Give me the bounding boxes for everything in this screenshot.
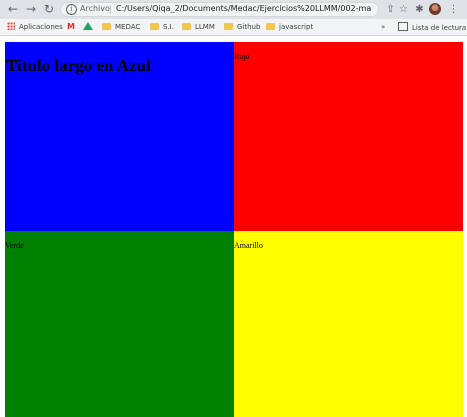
info-icon[interactable]: i <box>66 4 77 15</box>
folder-icon <box>266 23 275 30</box>
red-panel: Rojo <box>234 42 463 231</box>
bookmark-apps[interactable]: Aplicaciones <box>7 22 63 32</box>
blue-panel: Titulo largo en Azul <box>5 42 234 231</box>
bookmark-si-label: S.I. <box>163 23 174 31</box>
green-panel-label: Verde <box>5 241 24 250</box>
page-viewport: Titulo largo en Azul Rojo Verde Amarillo <box>0 36 467 417</box>
bookmark-github-label: Github <box>237 23 261 31</box>
star-icon[interactable]: ☆ <box>397 3 410 16</box>
browser-toolbar: ← → ↻ i Archivo C:/Users/Qiqa_2/Document… <box>0 0 467 19</box>
blue-panel-title: Titulo largo en Azul <box>6 56 151 75</box>
folder-icon <box>224 23 233 30</box>
reading-list[interactable]: Lista de lectura <box>398 22 466 33</box>
url-text[interactable]: C:/Users/Qiqa_2/Documents/Medac/Ejercici… <box>116 4 371 13</box>
arrow-left-icon[interactable]: ← <box>6 2 20 16</box>
bookmark-javascript[interactable]: javascript <box>266 22 313 32</box>
bookmark-medac-label: MEDAC <box>115 23 141 31</box>
browser-window: ← → ↻ i Archivo C:/Users/Qiqa_2/Document… <box>0 0 467 417</box>
address-bar[interactable]: i Archivo C:/Users/Qiqa_2/Documents/Meda… <box>60 2 379 17</box>
bookmarks-overflow[interactable]: » <box>381 22 385 32</box>
green-panel: Verde <box>5 231 234 417</box>
address-separator <box>110 5 111 14</box>
folder-icon <box>182 23 191 30</box>
reload-icon[interactable]: ↻ <box>42 2 56 16</box>
drive-icon[interactable] <box>83 22 93 32</box>
yellow-panel-label: Amarillo <box>234 241 263 250</box>
gmail-icon[interactable]: M <box>67 22 75 32</box>
bookmark-llmm[interactable]: LLMM <box>182 22 215 32</box>
red-panel-label: Rojo <box>234 52 250 61</box>
bookmark-apps-label: Aplicaciones <box>19 23 63 31</box>
folder-icon <box>150 23 159 30</box>
apps-grid-icon <box>7 22 15 30</box>
kebab-menu-icon[interactable]: ⋮ <box>447 3 460 16</box>
reading-list-label: Lista de lectura <box>412 24 467 32</box>
reading-list-icon <box>398 22 408 31</box>
bookmark-medac[interactable]: MEDAC <box>102 22 140 32</box>
yellow-panel: Amarillo <box>234 231 463 417</box>
folder-icon <box>102 23 111 30</box>
share-icon[interactable]: ⇪ <box>384 3 397 16</box>
profile-avatar[interactable] <box>429 3 441 15</box>
bookmark-javascript-label: javascript <box>279 23 314 31</box>
scheme-label: Archivo <box>80 4 110 13</box>
puzzle-icon[interactable]: ✱ <box>413 3 426 16</box>
bookmark-llmm-label: LLMM <box>195 23 215 31</box>
bookmark-github[interactable]: Github <box>224 22 260 32</box>
arrow-right-icon[interactable]: → <box>24 2 38 16</box>
bookmark-si[interactable]: S.I. <box>150 22 174 32</box>
bookmarks-bar: Aplicaciones M MEDAC S.I. LLMM Github ja… <box>0 19 467 36</box>
viewport-edge <box>463 36 467 417</box>
